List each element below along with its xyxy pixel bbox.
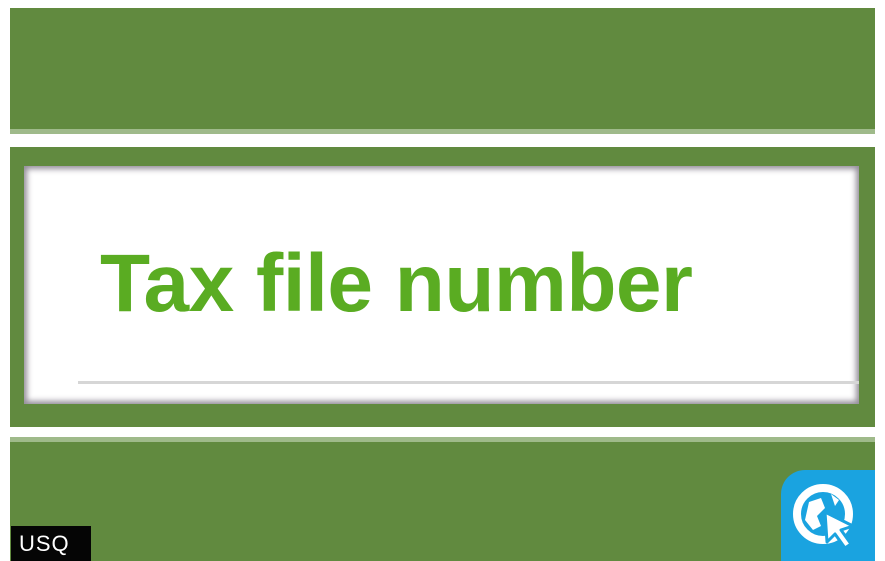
usq-badge: USQ <box>11 526 91 561</box>
divider-stripe-top <box>10 129 875 134</box>
tax-file-number-label: Tax file number <box>100 238 693 329</box>
field-underline <box>78 381 859 384</box>
web-globe-cursor-icon <box>781 470 875 561</box>
screen: Tax file number USQ <box>0 0 885 561</box>
footer-band <box>10 442 875 561</box>
header-band <box>10 8 875 129</box>
